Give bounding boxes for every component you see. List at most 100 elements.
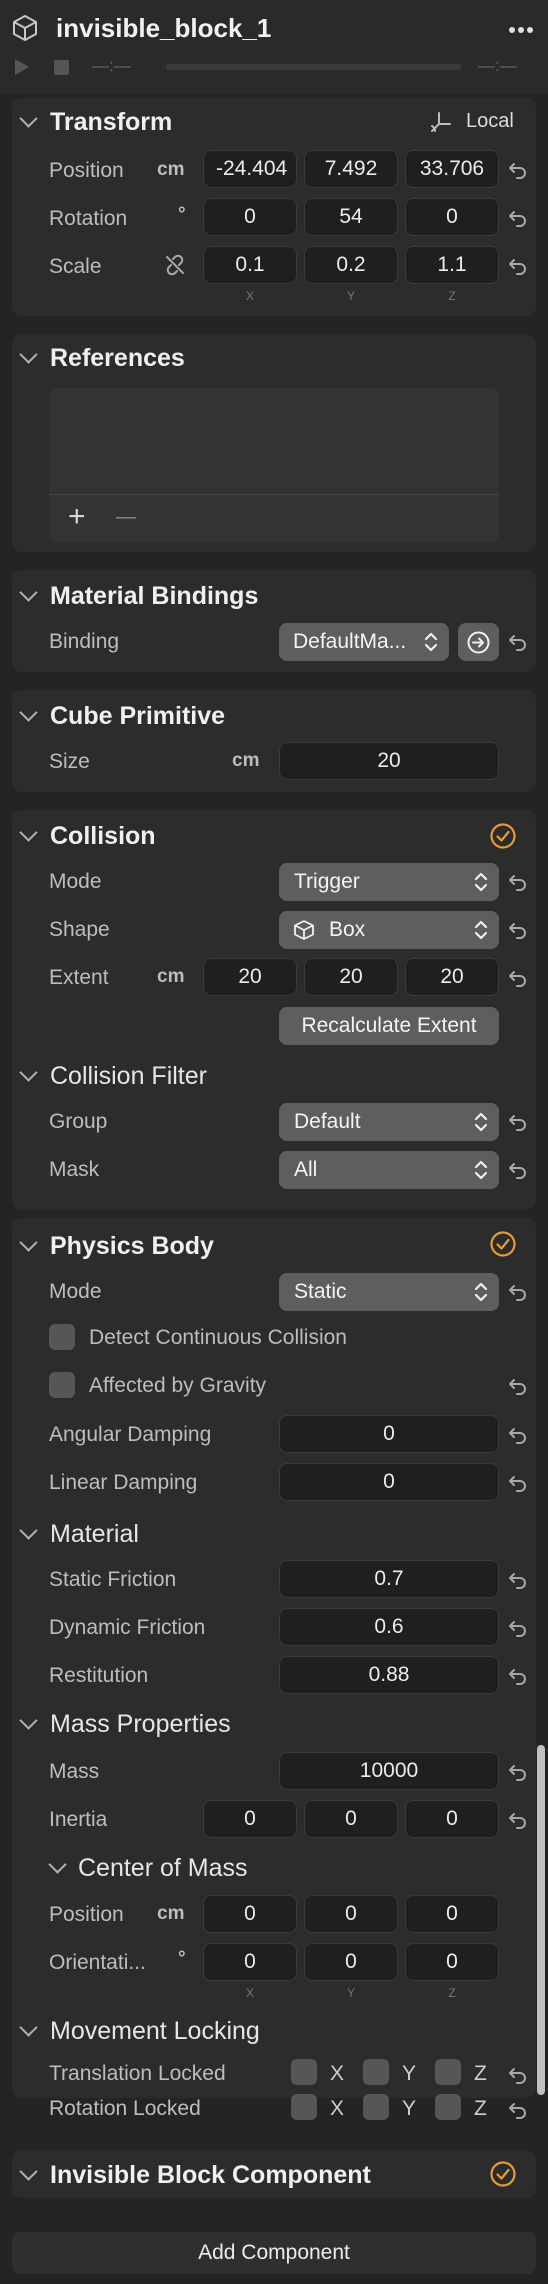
rotation-lock-x-checkbox[interactable] [291,2094,317,2120]
dynamic-friction-field[interactable]: 0.6 [279,1608,499,1646]
physics-body-enabled-check-icon[interactable] [489,1230,517,1258]
binding-revert-icon[interactable] [507,631,529,653]
rotation-lock-y-checkbox[interactable] [363,2094,389,2120]
timeline-scrubber[interactable] [166,64,462,70]
com-orientation-x-field[interactable]: 0 [203,1943,297,1981]
group-dropdown[interactable]: Default [279,1103,499,1141]
collision-shape-value: Box [329,918,366,941]
coordinate-space-label[interactable]: Local [466,110,514,133]
affected-by-gravity-checkbox[interactable] [49,1372,75,1398]
com-position-y-field[interactable]: 0 [304,1895,398,1933]
restitution-field[interactable]: 0.88 [279,1656,499,1694]
com-position-z-field[interactable]: 0 [405,1895,499,1933]
binding-value: DefaultMa... [293,630,407,653]
com-orientation-z-field[interactable]: 0 [405,1943,499,1981]
cube-primitive-title: Cube Primitive [50,702,226,730]
com-orientation-unit: ° [178,1948,186,1969]
entity-title: invisible_block_1 [56,13,272,43]
remove-reference-button[interactable]: — [116,506,136,529]
position-x-field[interactable]: -24.404 [203,150,297,188]
position-y-field[interactable]: 7.492 [304,150,398,188]
rotation-lock-z-checkbox[interactable] [435,2094,461,2120]
scale-z-field[interactable]: 1.1 [405,246,499,284]
collision-mode-revert-icon[interactable] [507,871,529,893]
translation-lock-y-label: Y [402,2062,417,2085]
binding-dropdown[interactable]: DefaultMa... [279,623,449,661]
scrollbar-thumb[interactable] [537,1745,545,2095]
linear-damping-field[interactable]: 0 [279,1463,499,1501]
translation-lock-z-checkbox[interactable] [435,2059,461,2085]
mask-revert-icon[interactable] [507,1159,529,1181]
physics-mode-label: Mode [49,1280,102,1303]
coordinate-space-icon[interactable] [429,110,453,134]
box-shape-icon [294,920,314,940]
unlinked-chain-icon[interactable] [164,254,186,276]
gravity-revert-icon[interactable] [507,1375,529,1397]
rotation-y-field[interactable]: 54 [304,198,398,236]
dynamic-friction-label: Dynamic Friction [49,1616,206,1639]
scale-y-field[interactable]: 0.2 [304,246,398,284]
collision-mode-value: Trigger [294,870,360,893]
scale-revert-icon[interactable] [507,255,529,277]
dynamic-friction-revert-icon[interactable] [507,1617,529,1639]
rotation-x-field[interactable]: 0 [203,198,297,236]
chevron-updown-icon [474,872,488,892]
com-position-x-field[interactable]: 0 [203,1895,297,1933]
chevron-updown-icon [424,632,438,652]
collision-filter-title: Collision Filter [50,1062,207,1090]
rotation-revert-icon[interactable] [507,207,529,229]
static-friction-field[interactable]: 0.7 [279,1560,499,1598]
collision-enabled-check-icon[interactable] [489,822,517,850]
extent-y-field[interactable]: 20 [304,958,398,996]
extent-z-field[interactable]: 20 [405,958,499,996]
position-z-field[interactable]: 33.706 [405,150,499,188]
inertia-y-field[interactable]: 0 [304,1800,398,1838]
size-field[interactable]: 20 [279,742,499,780]
continuous-collision-checkbox[interactable] [49,1324,75,1350]
collision-shape-revert-icon[interactable] [507,919,529,941]
rotation-z-field[interactable]: 0 [405,198,499,236]
com-position-unit: cm [157,1903,185,1924]
go-to-material-button[interactable] [458,623,499,661]
rotation-lock-revert-icon[interactable] [507,2099,529,2121]
linear-damping-revert-icon[interactable] [507,1472,529,1494]
timeline-start-time: —:— [92,56,131,75]
mass-revert-icon[interactable] [507,1761,529,1783]
inertia-revert-icon[interactable] [507,1809,529,1831]
group-revert-icon[interactable] [507,1111,529,1133]
axis-x-label: X [245,289,254,303]
rotation-lock-x-label: X [330,2097,345,2120]
chevron-updown-icon [474,1160,488,1180]
mass-field[interactable]: 10000 [279,1752,499,1790]
extent-revert-icon[interactable] [507,967,529,989]
restitution-revert-icon[interactable] [507,1665,529,1687]
mask-dropdown[interactable]: All [279,1151,499,1189]
mask-value: All [294,1158,318,1181]
recalculate-extent-button[interactable]: Recalculate Extent [279,1007,499,1045]
affected-by-gravity-label: Affected by Gravity [89,1374,267,1397]
add-reference-button[interactable]: + [68,500,86,534]
arrow-circle-icon [467,631,490,654]
translation-lock-x-checkbox[interactable] [291,2059,317,2085]
static-friction-revert-icon[interactable] [507,1569,529,1591]
position-revert-icon[interactable] [507,159,529,181]
inertia-x-field[interactable]: 0 [203,1800,297,1838]
more-options-icon[interactable] [508,26,534,34]
physics-mode-revert-icon[interactable] [507,1281,529,1303]
add-component-button[interactable]: Add Component [12,2232,536,2274]
physics-mode-dropdown[interactable]: Static [279,1273,499,1311]
com-orientation-y-field[interactable]: 0 [304,1943,398,1981]
angular-damping-revert-icon[interactable] [507,1424,529,1446]
invisible-block-enabled-check-icon[interactable] [489,2160,517,2188]
scale-x-field[interactable]: 0.1 [203,246,297,284]
play-icon[interactable] [14,58,30,76]
collision-shape-dropdown[interactable]: Box [279,911,499,949]
mask-label: Mask [49,1158,100,1181]
translation-lock-revert-icon[interactable] [507,2064,529,2086]
collision-mode-dropdown[interactable]: Trigger [279,863,499,901]
translation-lock-y-checkbox[interactable] [363,2059,389,2085]
inertia-z-field[interactable]: 0 [405,1800,499,1838]
extent-x-field[interactable]: 20 [203,958,297,996]
stop-icon[interactable] [54,60,69,75]
angular-damping-field[interactable]: 0 [279,1415,499,1453]
